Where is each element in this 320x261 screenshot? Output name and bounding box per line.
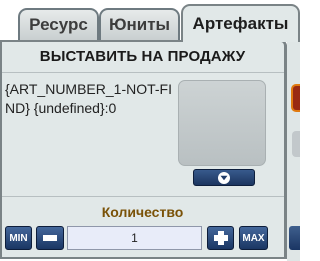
chevron-down-icon xyxy=(218,171,230,184)
tab-resource[interactable]: Ресурс xyxy=(18,8,99,40)
adjacent-button[interactable] xyxy=(289,226,300,250)
tab-bar: Ресурс Юниты Артефакты xyxy=(0,0,300,42)
max-button[interactable]: MAX xyxy=(239,226,268,250)
quantity-input[interactable] xyxy=(67,226,202,250)
divider xyxy=(2,72,284,73)
min-button[interactable]: MIN xyxy=(5,226,32,250)
divider xyxy=(2,196,284,197)
adjacent-red-item[interactable] xyxy=(291,84,300,112)
adjacent-gray-item xyxy=(292,131,300,157)
plus-icon xyxy=(213,231,228,245)
minus-icon xyxy=(43,235,57,241)
artifact-info: {ART_NUMBER_1-NOT-FIND} {undefined}:0 xyxy=(5,81,172,116)
artifact-slot[interactable] xyxy=(178,80,266,166)
increase-button[interactable] xyxy=(207,226,234,250)
sell-title: ВЫСТАВИТЬ НА ПРОДАЖУ xyxy=(39,48,246,65)
quantity-label: Количество xyxy=(101,204,184,220)
decrease-button[interactable] xyxy=(36,226,64,250)
tab-units[interactable]: Юниты xyxy=(99,8,180,40)
tab-artifacts[interactable]: Артефакты xyxy=(181,4,300,42)
artifact-dropdown-button[interactable] xyxy=(193,169,255,186)
